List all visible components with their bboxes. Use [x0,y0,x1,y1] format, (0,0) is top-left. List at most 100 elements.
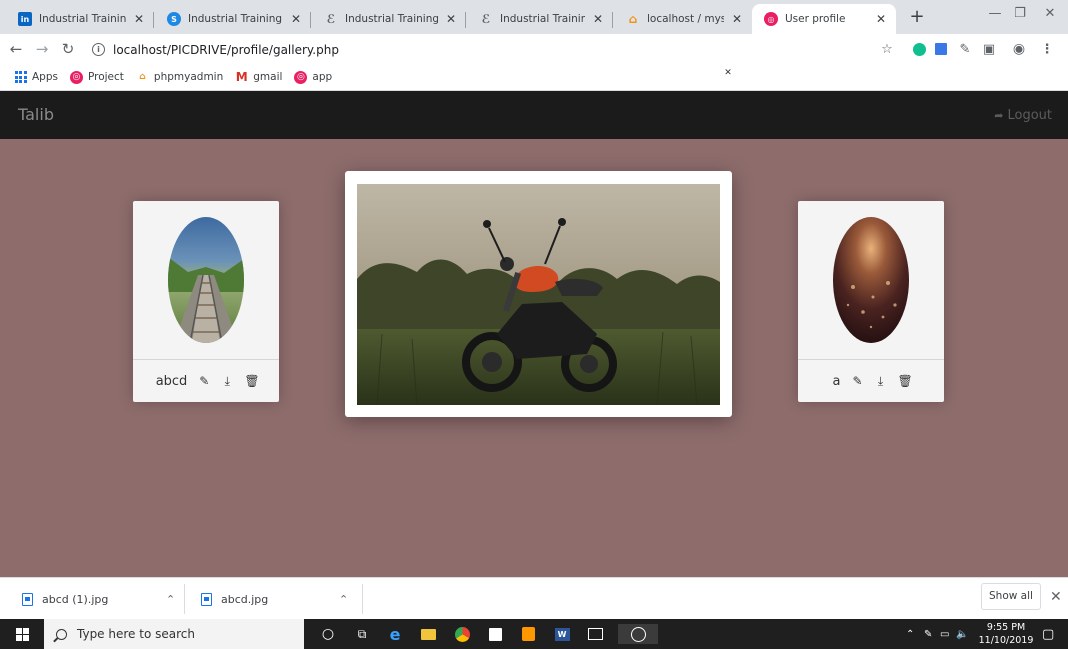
download-item[interactable]: abcd (1).jpg ⌃ [22,578,192,620]
bookmarks-bar: Apps ◎ Project ⌂ phpmyadmin M gmail ◎ ap… [0,64,1068,91]
bookmark-gmail[interactable]: M gmail [235,70,283,84]
tab-close-icon[interactable]: ✕ [132,12,146,26]
store-icon[interactable] [485,624,505,644]
download-icon[interactable]: ⤓ [874,374,886,389]
tab-close-icon[interactable]: ✕ [289,12,303,26]
bookmark-project[interactable]: ◎ Project [69,70,124,84]
address-url: localhost/PICDRIVE/profile/gallery.php [113,42,339,57]
image-file-icon [201,592,212,606]
show-all-button[interactable]: Show all [981,583,1041,610]
clock-time: 9:55 PM [986,622,1026,633]
card-caption: a [832,373,841,389]
logout-link[interactable]: ➦ Logout [994,108,1052,123]
edit-icon[interactable]: ✎ [851,374,863,388]
address-bar[interactable]: i localhost/PICDRIVE/profile/gallery.php [92,39,862,60]
tab-close-icon[interactable]: ✕ [874,12,888,26]
edit-icon[interactable]: ✎ [198,374,210,388]
edge-icon[interactable]: e [385,624,405,644]
trash-icon[interactable]: 🗑 [244,374,259,388]
browser-tab-3[interactable]: ℰ Industrial Training repo ✕ [312,4,466,34]
tab-close-icon[interactable]: ✕ [444,12,458,26]
notification-center-icon[interactable]: ▢ [1042,619,1054,649]
system-clock[interactable]: 9:55 PM 11/10/2019 [976,621,1036,647]
chevron-up-icon[interactable]: ⌃ [339,593,348,606]
pen-ink-icon[interactable]: ✎ [924,619,932,649]
globe-icon: S [167,12,181,26]
forward-button[interactable]: → [32,39,52,59]
window-close-button[interactable]: ✕ [1040,6,1060,21]
word-icon[interactable]: W [552,624,572,644]
extension-m-icon[interactable] [910,38,928,60]
tab-close-icon[interactable]: ✕ [730,12,744,26]
browser-tab-6[interactable]: ◎ User profile ✕ [752,4,896,34]
clock-date: 11/10/2019 [978,635,1034,646]
download-icon[interactable]: ⤓ [221,374,233,389]
windows-taskbar: Type here to search ○ ⧉ e W ⌃ ✎ ▭ 🔈 9:55… [0,619,1068,649]
downloads-bar: abcd (1).jpg ⌃ abcd.jpg ⌃ [0,577,1068,619]
search-icon [56,628,67,640]
site-navbar: Talib ➦ Logout [0,91,1068,139]
card-caption: abcd [155,373,188,389]
start-button[interactable] [0,619,44,649]
apps-grid-icon [14,71,27,84]
bookmark-apps[interactable]: Apps [14,71,58,84]
minimize-button[interactable]: — [985,6,1005,21]
tab-close-icon[interactable]: ✕ [591,12,605,26]
site-info-icon[interactable]: i [92,43,105,56]
bookmark-star-icon[interactable]: ☆ [878,38,896,60]
downloads-close-icon[interactable]: ✕ [1050,589,1062,605]
modal-close-icon[interactable]: ✕ [722,67,734,79]
project-icon: ◎ [69,70,83,84]
tab-title: Industrial Training repo [345,13,438,25]
page-viewport: Talib ➦ Logout abcd ✎ ⤓ 🗑 a ✎ ⤓ 🗑 [0,91,1068,577]
extension-pen-icon[interactable]: ✎ [956,38,974,60]
taskbar-search-box[interactable]: Type here to search [44,619,304,649]
phpmyadmin-icon: ⌂ [628,12,638,26]
task-view-icon[interactable]: ⧉ [352,624,372,644]
tab-title: Industrial Training Repo [39,13,126,25]
browser-tab-4[interactable]: ℰ Industrial Training repo ✕ [467,4,613,34]
trash-icon[interactable]: 🗑 [897,374,912,388]
browser-menu-icon[interactable]: ⋮ [1038,38,1056,60]
extension-upload-icon[interactable] [932,38,950,60]
logout-icon: ➦ [994,109,1004,122]
reload-button[interactable]: ↻ [58,39,78,59]
profile-avatar-icon[interactable]: ◉ [1010,38,1028,60]
photos-icon[interactable] [585,624,605,644]
bookmark-phpmyadmin[interactable]: ⌂ phpmyadmin [136,71,223,84]
file-explorer-icon[interactable] [418,624,438,644]
battery-icon[interactable]: ▭ [940,619,949,649]
bookmark-label: Project [87,71,124,83]
restore-button[interactable]: ❐ [1010,6,1030,21]
gmail-icon: M [235,70,248,84]
screen: in Industrial Training Repo ✕ S Industri… [0,0,1068,649]
card-footer: abcd ✎ ⤓ 🗑 [133,359,279,402]
download-filename: abcd (1).jpg [42,592,109,606]
search-placeholder: Type here to search [77,627,195,641]
new-tab-button[interactable]: + [907,7,927,27]
training-icon: ℰ [481,12,491,26]
bokeh-lights-photo[interactable] [833,217,909,343]
sublime-text-icon[interactable] [518,624,538,644]
tab-title: User profile [785,13,846,25]
railway-track-photo[interactable] [168,217,244,343]
chevron-up-icon[interactable]: ⌃ [166,593,175,606]
training-icon: ℰ [326,12,336,26]
bookmark-label: gmail [253,71,283,83]
cortana-icon[interactable]: ○ [318,624,338,644]
tab-title: localhost / mysql wamp [647,13,724,25]
tray-chevron-icon[interactable]: ⌃ [906,619,914,649]
chrome-icon[interactable] [452,624,472,644]
bookmark-app[interactable]: ◎ app [294,70,332,84]
linkedin-icon: in [18,12,32,26]
browser-tab-1[interactable]: in Industrial Training Repo ✕ [6,4,154,34]
browser-tab-5[interactable]: ⌂ localhost / mysql wamp ✕ [614,4,752,34]
back-button[interactable]: ← [6,39,26,59]
download-item[interactable]: abcd.jpg ⌃ [201,578,361,620]
tab-title: Industrial Training repo [500,13,585,25]
brand-name[interactable]: Talib [18,105,54,124]
extension-save-icon[interactable]: ▣ [980,38,998,60]
photos-app-active-icon[interactable] [618,624,658,644]
volume-icon[interactable]: 🔈 [956,619,968,649]
browser-tab-2[interactable]: S Industrial Training Repo ✕ [155,4,311,34]
